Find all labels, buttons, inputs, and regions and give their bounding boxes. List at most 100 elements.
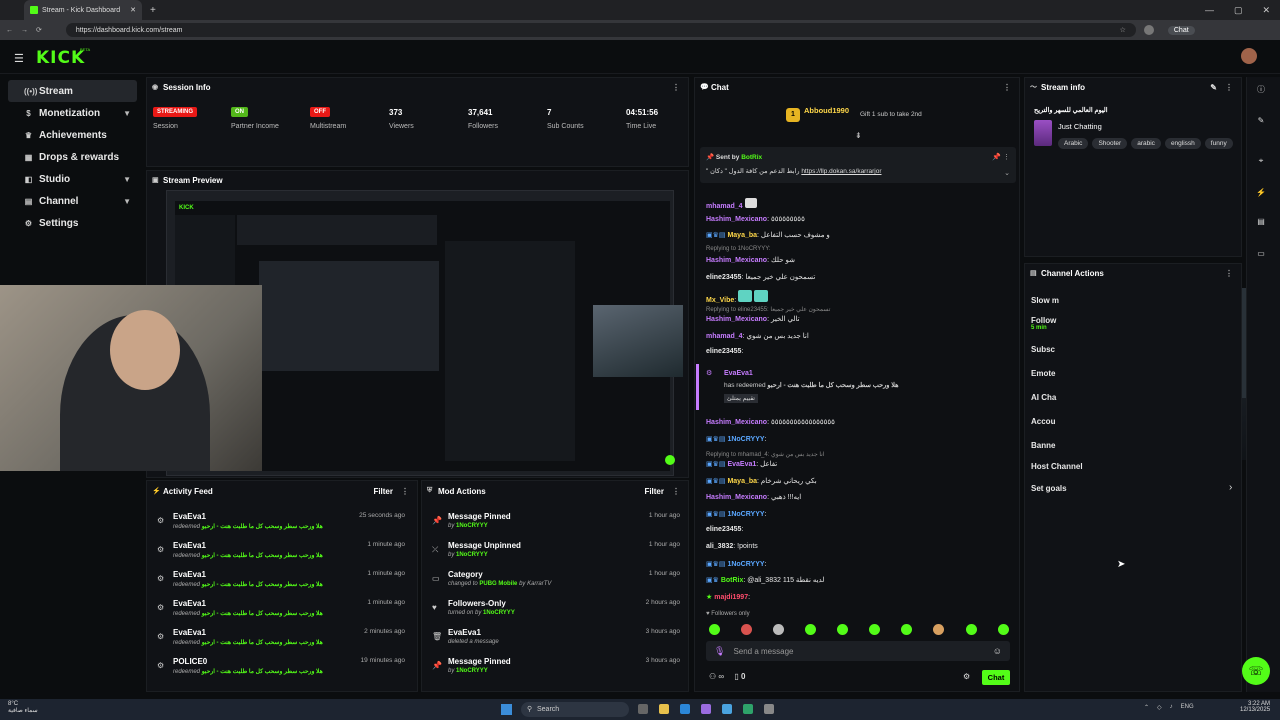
chevron-up-icon[interactable]: ⌃ — [1144, 704, 1149, 711]
mod-user[interactable]: PUBG Mobile — [479, 581, 517, 587]
channel-action-emotes[interactable]: Emote — [1031, 369, 1055, 378]
kebab-menu-icon[interactable]: ⋮ — [1003, 83, 1011, 92]
activity-user[interactable]: POLICE0 — [173, 657, 207, 666]
emote-icon[interactable] — [966, 624, 977, 635]
language-indicator[interactable]: ENG — [1181, 704, 1194, 711]
kebab-menu-icon[interactable]: ⋮ — [672, 83, 680, 92]
scroll-down-icon[interactable]: ⇟ — [855, 131, 862, 140]
forward-icon[interactable]: → — [21, 27, 28, 34]
chat-user[interactable]: Hashim_Mexicano — [706, 419, 767, 426]
chat-user[interactable]: Hashim_Mexicano — [706, 216, 767, 223]
activity-filter-button[interactable]: Filter — [373, 487, 393, 496]
sidebar-item-settings[interactable]: ⚙ Settings — [8, 212, 137, 234]
chat-send-button[interactable]: Chat — [982, 670, 1010, 685]
gift-user[interactable]: Abboud1990 — [804, 106, 849, 115]
chat-user[interactable]: Hashim_Mexicano — [706, 257, 767, 264]
settings-app-icon[interactable] — [764, 704, 774, 714]
edge-icon[interactable] — [680, 704, 690, 714]
url-input[interactable]: https://dashboard.kick.com/stream ☆ — [65, 23, 1136, 37]
chevron-down-icon[interactable]: ⌄ — [1004, 169, 1010, 177]
chat-user[interactable]: eline23455 — [706, 274, 741, 281]
chat-user[interactable]: mhamad_4 — [706, 203, 743, 210]
emote-icon[interactable] — [805, 624, 816, 635]
channel-action-account[interactable]: Accou — [1031, 417, 1055, 426]
channel-action-subscribers[interactable]: Subsc — [1031, 345, 1055, 354]
channel-action-slow-mode[interactable]: Slow m — [1031, 296, 1059, 305]
activity-user[interactable]: EvaEva1 — [173, 599, 206, 608]
info-icon[interactable]: ⓘ — [1254, 83, 1268, 97]
chat-user[interactable]: Mx_Vibe — [706, 297, 734, 304]
sidebar-item-channel[interactable]: ▤ Channel ▼ — [8, 190, 137, 212]
sidebar-item-drops[interactable]: ▦ Drops & rewards — [8, 146, 137, 168]
close-window-icon[interactable]: ✕ — [1262, 5, 1270, 16]
mod-user[interactable]: 1NoCRYYY — [483, 610, 515, 616]
channel-action-banned[interactable]: Banne — [1031, 441, 1055, 450]
chat-user[interactable]: mhamad_4 — [706, 333, 743, 340]
profile-icon[interactable] — [1143, 25, 1154, 35]
activity-user[interactable]: EvaEva1 — [173, 512, 206, 521]
target-icon[interactable]: ⌖ — [1254, 154, 1268, 168]
support-chat-icon[interactable]: ☏ — [1242, 657, 1270, 685]
activity-user[interactable]: EvaEva1 — [173, 541, 206, 550]
speaker-icon[interactable]: ♪ — [1170, 704, 1173, 711]
chat-user[interactable]: Hashim_Mexicano — [706, 316, 767, 323]
document-icon[interactable]: ▤ — [1254, 215, 1268, 229]
channel-action-set-goals[interactable]: Set goals — [1031, 484, 1067, 493]
close-tab-icon[interactable]: ✕ — [130, 6, 136, 14]
emoji-icon[interactable]: ☺ — [993, 646, 1002, 656]
emote-icon[interactable] — [741, 624, 752, 635]
emote-icon[interactable] — [709, 624, 720, 635]
app-icon[interactable] — [701, 704, 711, 714]
activity-user[interactable]: EvaEva1 — [173, 570, 206, 579]
channel-action-ai-chat[interactable]: AI Cha — [1031, 393, 1056, 402]
sidebar-item-achievements[interactable]: ♛ Achievements — [8, 124, 137, 146]
task-view-icon[interactable] — [638, 704, 648, 714]
users-icon[interactable]: ⚇ ∞ — [709, 672, 724, 681]
sidebar-item-stream[interactable]: ((•)) Stream — [8, 80, 137, 102]
browser-chat-button[interactable]: Chat — [1167, 25, 1195, 35]
taskbar-clock[interactable]: 3:22 AM 12/13/2025 — [1240, 701, 1270, 713]
chat-user[interactable]: Maya_ba — [727, 232, 757, 239]
chat-user[interactable]: eline23455 — [706, 348, 741, 355]
redeem-user[interactable]: EvaEva1 — [724, 370, 753, 377]
kebab-menu-icon[interactable]: ⋮ — [401, 487, 409, 496]
taskbar-search[interactable]: ⚲ Search — [521, 702, 629, 717]
chevron-right-icon[interactable]: › — [1229, 482, 1232, 493]
chat-user[interactable]: ali_3832 — [706, 543, 733, 550]
sidebar-item-studio[interactable]: ◧ Studio ▼ — [8, 168, 137, 190]
emote-icon[interactable] — [933, 624, 944, 635]
chat-bubble-icon[interactable]: ▭ — [1254, 247, 1268, 261]
chat-user[interactable]: 1NoCRYYY — [727, 561, 764, 568]
kick-logo[interactable]: KICK — [36, 48, 85, 68]
chat-user[interactable]: Maya_ba — [727, 478, 757, 485]
mod-filter-button[interactable]: Filter — [644, 487, 664, 496]
windows-start-icon[interactable] — [501, 704, 512, 715]
channel-action-host[interactable]: Host Channel — [1031, 462, 1083, 471]
kebab-menu-icon[interactable]: ⋮ — [672, 487, 680, 496]
emote-icon[interactable] — [837, 624, 848, 635]
chat-input[interactable]: 🎙 Send a message ☺ — [706, 641, 1010, 661]
kebab-menu-icon[interactable]: ⋮ — [1225, 269, 1233, 278]
chat-user[interactable]: EvaEva1 — [727, 461, 756, 468]
emote-icon[interactable] — [998, 624, 1009, 635]
activity-user[interactable]: EvaEva1 — [173, 628, 206, 637]
chat-user[interactable]: BotRix — [721, 577, 744, 584]
bolt-icon[interactable]: ⚡ — [1254, 186, 1268, 200]
chat-user[interactable]: 1NoCRYYY — [727, 511, 764, 518]
mod-user[interactable]: 1NoCRYYY — [456, 523, 488, 529]
user-avatar[interactable] — [1241, 48, 1257, 64]
bookmark-star-icon[interactable]: ☆ — [1120, 26, 1126, 34]
chat-user[interactable]: majdi1997 — [714, 594, 748, 601]
edit-icon[interactable]: ✎ — [1210, 83, 1217, 92]
app-icon[interactable] — [743, 704, 753, 714]
pin-toggle-icon[interactable]: 📌 ⋮ — [992, 153, 1010, 161]
chat-user[interactable]: 1NoCRYYY — [727, 436, 764, 443]
emote-icon[interactable] — [901, 624, 912, 635]
chat-user[interactable]: Hashim_Mexicano — [706, 494, 767, 501]
emote-icon[interactable] — [869, 624, 880, 635]
kebab-menu-icon[interactable]: ⋮ — [1225, 83, 1233, 92]
mic-icon[interactable]: 🎙 — [714, 646, 725, 657]
chat-user[interactable]: eline23455 — [706, 526, 741, 533]
app-icon[interactable] — [722, 704, 732, 714]
maximize-icon[interactable]: ▢ — [1234, 5, 1243, 16]
